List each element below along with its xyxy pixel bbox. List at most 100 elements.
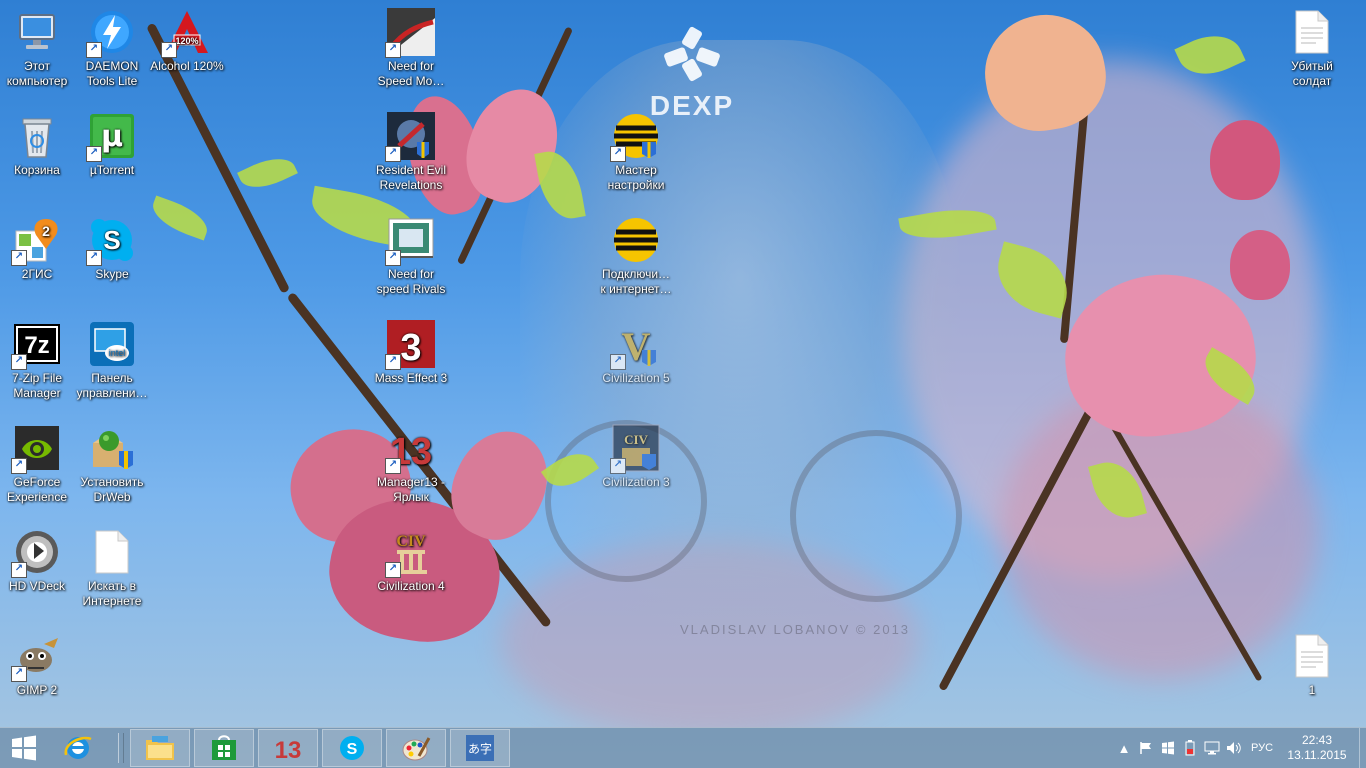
shortcut-arrow-icon: ↗ (385, 354, 401, 370)
desktop-icon-beeline-connect[interactable]: Подключи… к интернет… (599, 216, 673, 297)
desktop-icon-resident-evil[interactable]: ↗ Resident Evil Revelations (374, 112, 448, 193)
shortcut-arrow-icon: ↗ (11, 250, 27, 266)
taskbar-paint[interactable] (386, 729, 446, 767)
svg-text:2: 2 (42, 223, 50, 239)
shortcut-arrow-icon: ↗ (610, 354, 626, 370)
mass-effect-icon: 3 ↗ (385, 320, 435, 370)
taskbar-skype[interactable]: S (322, 729, 382, 767)
desktop-icon-civ4[interactable]: CIV ↗ Civilization 4 (374, 528, 448, 594)
volume-icon[interactable] (1223, 737, 1245, 759)
taskbar-store[interactable] (194, 729, 254, 767)
clock[interactable]: 22:43 13.11.2015 (1279, 733, 1355, 763)
svg-text:µ: µ (101, 119, 123, 154)
civilization-3-icon: CIV ↗ (610, 424, 660, 474)
desktop-icon-7zip[interactable]: 7z ↗ 7-Zip File Manager (0, 320, 74, 401)
shortcut-arrow-icon: ↗ (11, 354, 27, 370)
desktop-icon-geforce[interactable]: ↗ GeForce Experience (0, 424, 74, 505)
document-icon (1288, 8, 1336, 56)
taskbar-file-explorer[interactable] (130, 729, 190, 767)
desktop-icon-file-1[interactable]: 1 (1275, 632, 1349, 698)
manager13-icon: 13 ↗ (385, 424, 435, 474)
desktop-icon-drweb[interactable]: Установить DrWeb (75, 424, 149, 505)
wallpaper-leaf (147, 195, 213, 241)
document-icon (88, 528, 136, 576)
desktop-icon-search-internet[interactable]: Искать в Интернете (75, 528, 149, 609)
taskbar-manager13[interactable]: 13 (258, 729, 318, 767)
action-center-flag-icon[interactable] (1135, 737, 1157, 759)
desktop-icon-daemon-tools[interactable]: ↗ DAEMON Tools Lite (75, 8, 149, 89)
start-button[interactable] (0, 728, 48, 768)
2gis-icon: 2 ↗ (11, 216, 61, 266)
svg-text:S: S (347, 741, 358, 758)
desktop-icon-beeline-setup[interactable]: ↗ Мастер настройки (599, 112, 673, 193)
need-for-speed-icon: ↗ (385, 8, 435, 58)
shortcut-arrow-icon: ↗ (385, 42, 401, 58)
geforce-icon: ↗ (11, 424, 61, 474)
civilization-5-icon: V ↗ (610, 320, 660, 370)
desktop-icon-hd-vdeck[interactable]: ↗ HD VDeck (0, 528, 74, 594)
store-icon (212, 735, 236, 760)
drweb-icon (88, 424, 136, 472)
desktop-icon-civ5[interactable]: V ↗ Civilization 5 (599, 320, 673, 386)
document-icon (1288, 632, 1336, 680)
svg-text:7z: 7z (24, 332, 49, 359)
desktop-icon-alcohol[interactable]: 120% ↗ Alcohol 120% (150, 8, 224, 74)
shortcut-arrow-icon: ↗ (11, 666, 27, 682)
desktop-wallpaper: DEXP VLADISLAV LOBANOV © 2013 (0, 0, 1366, 728)
internet-explorer-icon (64, 736, 92, 759)
desktop-icon-skype[interactable]: S ↗ Skype (75, 216, 149, 282)
manager13-icon: 13 (275, 737, 302, 762)
desktop-icon-nfs-most-wanted[interactable]: ↗ Need for Speed Mo… (374, 8, 448, 89)
daemon-tools-icon: ↗ (86, 8, 136, 58)
computer-icon (13, 8, 61, 56)
desktop-icon-manager13[interactable]: 13 ↗ Manager13 - Ярлык (374, 424, 448, 505)
shortcut-arrow-icon: ↗ (86, 146, 102, 162)
desktop-icon-civ3[interactable]: CIV ↗ Civilization 3 (599, 424, 673, 490)
show-desktop-button[interactable] (1359, 728, 1366, 768)
shortcut-arrow-icon: ↗ (86, 250, 102, 266)
svg-text:S: S (103, 225, 120, 255)
desktop-icon-killed-soldier[interactable]: Убитый солдат (1275, 8, 1349, 89)
taskbar-ie[interactable] (48, 729, 108, 767)
desktop-icon-2gis[interactable]: 2 ↗ 2ГИС (0, 216, 74, 282)
shortcut-arrow-icon: ↗ (385, 250, 401, 266)
desktop-icon-intel-panel[interactable]: intel Панель управлени… (75, 320, 149, 401)
wallpaper-bicycle-wheel (790, 430, 962, 602)
desktop-icon-mass-effect[interactable]: 3 ↗ Mass Effect 3 (374, 320, 448, 386)
gimp-icon: ↗ (11, 632, 61, 682)
svg-text:あ字: あ字 (468, 741, 492, 756)
battery-icon[interactable] (1179, 737, 1201, 759)
shortcut-arrow-icon: ↗ (610, 146, 626, 162)
clock-time: 22:43 (1301, 733, 1333, 747)
taskbar-language-ime[interactable]: あ字 (450, 729, 510, 767)
shortcut-arrow-icon: ↗ (610, 458, 626, 474)
desktop-icon-nfs-rivals[interactable]: ↗ Need for speed Rivals (374, 216, 448, 297)
intel-icon: intel (88, 320, 136, 368)
show-hidden-icons-chevron-icon[interactable]: ▲ (1113, 737, 1135, 759)
svg-text:3: 3 (400, 327, 421, 368)
windows-logo-icon (12, 735, 36, 761)
taskbar-separator (118, 733, 124, 763)
7zip-icon: 7z ↗ (11, 320, 61, 370)
language-indicator[interactable]: РУС (1245, 737, 1279, 759)
desktop-icon-utorrent[interactable]: µ ↗ µTorrent (75, 112, 149, 178)
windows-update-icon[interactable] (1157, 737, 1179, 759)
taskbar: 13 S あ字 ▲ РУС 22:43 13.11.2015 (0, 727, 1366, 768)
svg-text:CIV: CIV (396, 533, 426, 550)
svg-text:CIV: CIV (624, 432, 648, 447)
wallpaper-petal (1230, 230, 1290, 300)
desktop-icon-this-pc[interactable]: Этот компьютер (0, 8, 74, 89)
paint-icon (402, 737, 431, 761)
language-ime-icon: あ字 (466, 735, 494, 761)
shortcut-arrow-icon: ↗ (86, 42, 102, 58)
shortcut-arrow-icon: ↗ (11, 562, 27, 578)
desktop-icon-recycle-bin[interactable]: Корзина (0, 112, 74, 178)
shortcut-arrow-icon: ↗ (385, 562, 401, 578)
network-icon[interactable] (1201, 737, 1223, 759)
shortcut-arrow-icon: ↗ (11, 458, 27, 474)
clock-date: 13.11.2015 (1287, 748, 1347, 762)
desktop-icon-gimp[interactable]: ↗ GIMP 2 (0, 632, 74, 698)
svg-text:intel: intel (109, 348, 126, 358)
alcohol-icon: 120% ↗ (161, 8, 211, 58)
skype-icon: S (340, 736, 364, 760)
